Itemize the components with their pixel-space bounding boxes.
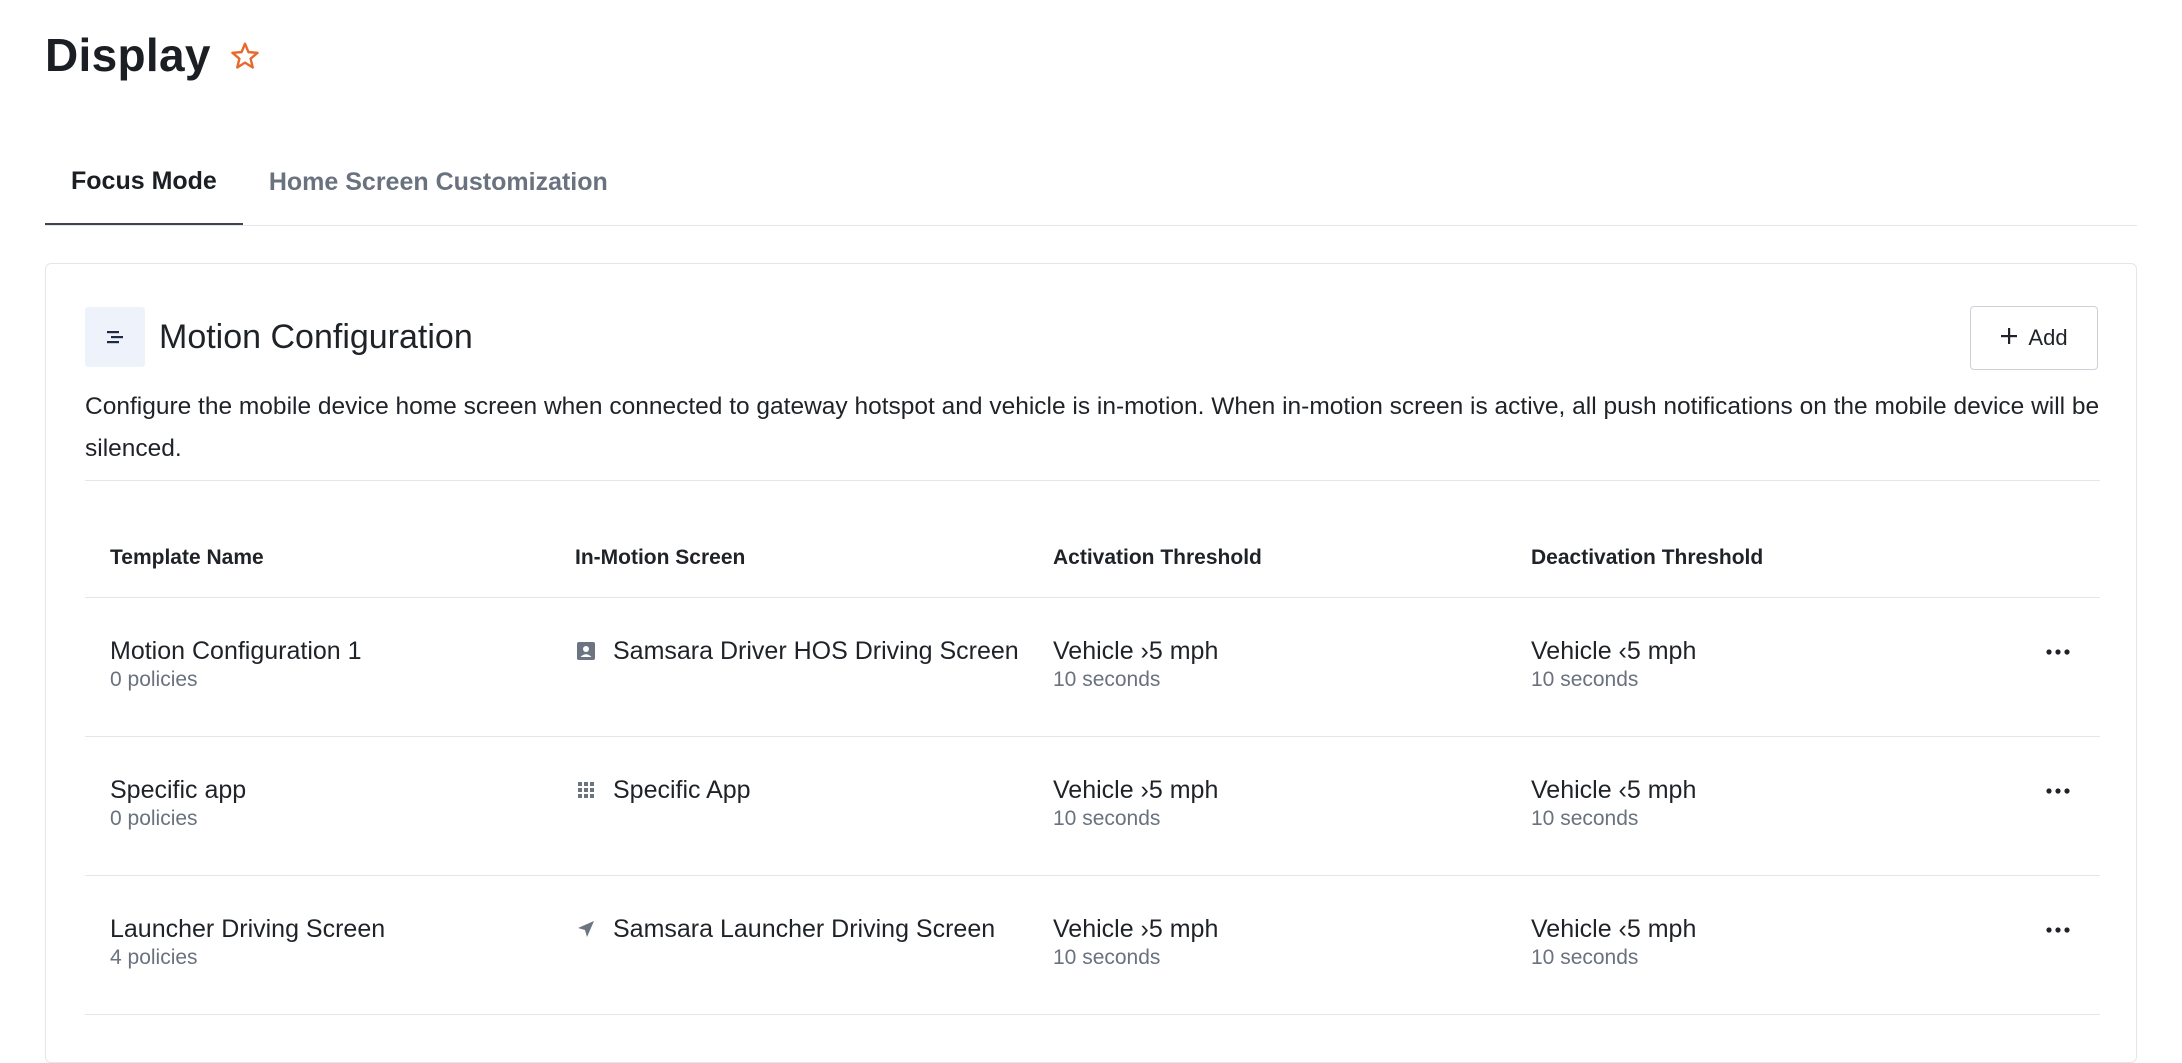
- tab-focus-mode[interactable]: Focus Mode: [45, 140, 243, 225]
- in-motion-screen-name: Specific App: [613, 776, 751, 804]
- activation-threshold: Vehicle ›5 mph: [1053, 637, 1219, 665]
- page-title: Display: [45, 29, 211, 81]
- template-name: Motion Configuration 1: [110, 637, 362, 665]
- policies-count: 0 policies: [110, 807, 198, 830]
- activation-duration: 10 seconds: [1053, 807, 1161, 830]
- table-row[interactable]: Specific app 0 policies Specific App Veh…: [85, 737, 2100, 876]
- plus-icon: [2000, 325, 2018, 351]
- template-name: Launcher Driving Screen: [110, 915, 386, 943]
- template-name-cell: Launcher Driving Screen 4 policies: [110, 914, 385, 972]
- activation-threshold-cell: Vehicle ›5 mph 10 seconds: [1053, 775, 1218, 833]
- tab-home-screen-customization[interactable]: Home Screen Customization: [243, 140, 634, 225]
- deactivation-duration: 10 seconds: [1531, 668, 1639, 691]
- motion-configuration-card: Motion Configuration Add Configure the m…: [45, 263, 2137, 1063]
- in-motion-screen-cell: Specific App: [575, 775, 751, 805]
- display-page: Display Focus Mode Home Screen Customiza…: [0, 0, 2182, 1063]
- activation-threshold: Vehicle ›5 mph: [1053, 776, 1219, 804]
- deactivation-threshold-cell: Vehicle ‹5 mph 10 seconds: [1531, 636, 1696, 694]
- in-motion-screen-name: Samsara Driver HOS Driving Screen: [613, 637, 1019, 665]
- more-options-icon[interactable]: [2038, 638, 2078, 666]
- card-description: Configure the mobile device home screen …: [85, 393, 2100, 462]
- add-button-label: Add: [2028, 325, 2068, 350]
- column-header-template-name: Template Name: [110, 546, 264, 569]
- divider: [85, 480, 2100, 481]
- star-icon[interactable]: [229, 40, 261, 72]
- navigation-arrow-icon: [575, 918, 597, 940]
- deactivation-threshold: Vehicle ‹5 mph: [1531, 637, 1697, 665]
- template-name-cell: Specific app 0 policies: [110, 775, 246, 833]
- app-grid-icon: [575, 779, 597, 801]
- deactivation-threshold-cell: Vehicle ‹5 mph 10 seconds: [1531, 775, 1696, 833]
- policies-count: 4 policies: [110, 946, 198, 969]
- align-lines-icon: [85, 307, 145, 367]
- more-options-icon[interactable]: [2038, 916, 2078, 944]
- policies-count: 0 policies: [110, 668, 198, 691]
- deactivation-threshold: Vehicle ‹5 mph: [1531, 776, 1697, 804]
- deactivation-duration: 10 seconds: [1531, 807, 1639, 830]
- column-header-deactivation-threshold: Deactivation Threshold: [1531, 546, 1764, 569]
- deactivation-threshold-cell: Vehicle ‹5 mph 10 seconds: [1531, 914, 1696, 972]
- in-motion-screen-name: Samsara Launcher Driving Screen: [613, 915, 996, 943]
- activation-threshold-cell: Vehicle ›5 mph 10 seconds: [1053, 636, 1218, 694]
- card-title: Motion Configuration: [159, 318, 473, 356]
- template-name: Specific app: [110, 776, 247, 804]
- activation-threshold-cell: Vehicle ›5 mph 10 seconds: [1053, 914, 1218, 972]
- activation-duration: 10 seconds: [1053, 946, 1161, 969]
- activation-duration: 10 seconds: [1053, 668, 1161, 691]
- contact-badge-icon: [575, 640, 597, 662]
- in-motion-screen-cell: Samsara Launcher Driving Screen: [575, 914, 995, 944]
- table-row[interactable]: Motion Configuration 1 0 policies Samsar…: [85, 598, 2100, 737]
- column-header-activation-threshold: Activation Threshold: [1053, 546, 1262, 569]
- deactivation-threshold: Vehicle ‹5 mph: [1531, 915, 1697, 943]
- column-header-in-motion-screen: In-Motion Screen: [575, 546, 746, 569]
- tab-bar: Focus Mode Home Screen Customization: [45, 140, 2137, 226]
- more-options-icon[interactable]: [2038, 777, 2078, 805]
- title-row: Display: [45, 28, 261, 82]
- template-name-cell: Motion Configuration 1 0 policies: [110, 636, 362, 694]
- in-motion-screen-cell: Samsara Driver HOS Driving Screen: [575, 636, 1019, 666]
- deactivation-duration: 10 seconds: [1531, 946, 1639, 969]
- add-button[interactable]: Add: [1970, 306, 2098, 370]
- activation-threshold: Vehicle ›5 mph: [1053, 915, 1219, 943]
- table-row[interactable]: Launcher Driving Screen 4 policies Samsa…: [85, 876, 2100, 1015]
